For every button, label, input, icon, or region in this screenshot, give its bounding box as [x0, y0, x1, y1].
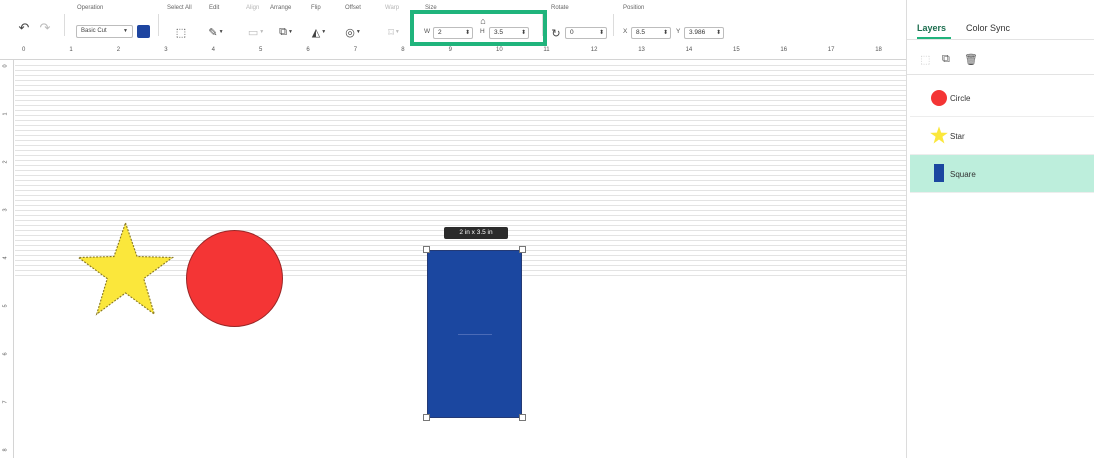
ruler-number: 4: [2, 256, 9, 260]
rotate-value: 0: [570, 29, 574, 36]
size-highlight-box: [410, 10, 547, 46]
select-all-icon[interactable]: ⬚: [174, 25, 188, 39]
layer-name: Circle: [950, 94, 971, 103]
ruler-number: 16: [780, 47, 788, 53]
offset-label: Offset: [345, 5, 361, 11]
resize-handle-top-right[interactable]: [519, 246, 526, 253]
operation-select[interactable]: Basic Cut ▼: [76, 25, 133, 38]
toolbar-separator: [158, 14, 159, 36]
redo-icon[interactable]: ↷: [38, 20, 52, 35]
ruler-number: 10: [496, 47, 503, 53]
ruler-number: 8: [2, 448, 9, 452]
ruler-number: 0: [2, 64, 9, 68]
size-tooltip: 2 in x 3.5 in: [444, 227, 508, 239]
operation-value: Basic Cut: [81, 28, 107, 34]
ruler-number: 6: [2, 352, 9, 356]
offset-icon[interactable]: ◎ ▼: [342, 25, 364, 39]
horizontal-ruler: 0 1 2 3 4 5 6 7 8 9 10 11 12 13 14 15 16 17 18: [0, 46, 906, 60]
arrange-icon[interactable]: ⧉ ▼: [275, 25, 297, 39]
ruler-number: 11: [543, 47, 550, 53]
ruler-number: 5: [259, 47, 263, 53]
ruler-number: 17: [827, 47, 835, 53]
flip-icon[interactable]: ◭ ▼: [308, 25, 330, 39]
layer-name: Square: [950, 170, 976, 179]
design-space-app: ↶ ↷ Operation Basic Cut ▼ Select All ⬚ E…: [0, 0, 1094, 458]
ruler-number: 2: [116, 47, 121, 53]
y-prefix: Y: [676, 28, 681, 35]
undo-icon[interactable]: ↶: [17, 20, 31, 35]
ruler-number: 4: [211, 47, 215, 53]
square-thumbnail: [934, 164, 944, 182]
align-label: Align: [246, 5, 260, 11]
stepper-icon[interactable]: ⬍: [716, 28, 721, 38]
ruler-number: 12: [590, 47, 598, 53]
edit-pencil-icon[interactable]: ✎ ▼: [205, 25, 227, 39]
ruler-number: 18: [875, 47, 882, 53]
panel-tabs: Layers Color Sync: [907, 0, 1094, 40]
star-thumbnail: [930, 126, 948, 144]
ruler-number: 1: [69, 47, 73, 53]
ruler-number: 8: [401, 47, 405, 53]
design-canvas[interactable]: 2 in x 3.5 in: [15, 61, 906, 458]
rotate-icon: ↻: [551, 27, 561, 40]
ruler-number: 6: [306, 47, 310, 53]
x-position-input[interactable]: 8.5 ⬍: [631, 27, 671, 39]
tab-color-sync[interactable]: Color Sync: [966, 23, 1010, 33]
flip-label: Flip: [311, 5, 321, 11]
ruler-number: 2: [2, 160, 9, 164]
tab-layers[interactable]: Layers: [917, 23, 946, 33]
resize-handle-top-left[interactable]: [423, 246, 430, 253]
chevron-down-icon: ▼: [123, 28, 128, 34]
operation-color-swatch[interactable]: [137, 25, 150, 38]
position-label: Position: [623, 5, 645, 11]
ruler-number: 7: [353, 47, 358, 53]
ruler-number: 3: [2, 208, 9, 212]
delete-icon[interactable]: 🗑︎: [964, 53, 978, 66]
operation-label: Operation: [77, 5, 104, 11]
square-shape[interactable]: [427, 250, 522, 418]
resize-handle-bottom-right[interactable]: [519, 414, 526, 421]
active-tab-indicator: [917, 37, 951, 39]
layer-actions: ⬚ ⧉ 🗑︎: [907, 41, 1094, 75]
select-all-label: Select All: [167, 5, 192, 11]
duplicate-icon[interactable]: ⧉: [942, 53, 950, 66]
ruler-number: 13: [638, 47, 645, 53]
y-position-input[interactable]: 3.986 ⬍: [684, 27, 724, 39]
toolbar-separator: [64, 14, 65, 36]
ruler-number: 15: [733, 47, 740, 53]
edit-toolbar: ↶ ↷ Operation Basic Cut ▼ Select All ⬚ E…: [0, 0, 906, 46]
circle-shape[interactable]: [186, 230, 283, 327]
stepper-icon[interactable]: ⬍: [599, 28, 604, 38]
ruler-number: 0: [22, 47, 26, 53]
ruler-number: 1: [2, 112, 9, 116]
stepper-icon[interactable]: ⬍: [663, 28, 668, 38]
align-icon[interactable]: ▭ ▼: [245, 25, 267, 39]
rotate-input[interactable]: 0 ⬍: [565, 27, 607, 39]
layers-panel: Layers Color Sync ⬚ ⧉ 🗑︎ Circle Star Squ…: [907, 0, 1094, 458]
circle-thumbnail: [931, 90, 947, 106]
arrange-label: Arrange: [270, 5, 292, 11]
star-shape[interactable]: [77, 221, 174, 317]
warp-icon[interactable]: ⌑ ▼: [383, 25, 405, 39]
edit-label: Edit: [209, 5, 220, 11]
x-position-value: 8.5: [636, 29, 646, 36]
center-marker: [458, 334, 492, 335]
resize-handle-bottom-left[interactable]: [423, 414, 430, 421]
ruler-number: 3: [164, 47, 168, 53]
layer-row-circle[interactable]: Circle: [910, 79, 1094, 117]
toolbar-separator: [613, 14, 614, 36]
warp-label: Warp: [385, 5, 400, 11]
vertical-ruler: 0 1 2 3 4 5 6 7 8: [0, 60, 14, 458]
y-position-value: 3.986: [689, 29, 706, 36]
ruler-number: 14: [685, 47, 693, 53]
x-prefix: X: [623, 28, 628, 35]
layer-row-star[interactable]: Star: [910, 117, 1094, 155]
ruler-number: 9: [448, 47, 452, 53]
ruler-number: 7: [2, 400, 9, 404]
ruler-number: 5: [2, 304, 9, 308]
ungroup-icon[interactable]: ⬚: [920, 53, 930, 66]
rotate-label: Rotate: [551, 5, 569, 11]
layer-name: Star: [950, 132, 965, 141]
layer-row-square[interactable]: Square: [910, 155, 1094, 193]
